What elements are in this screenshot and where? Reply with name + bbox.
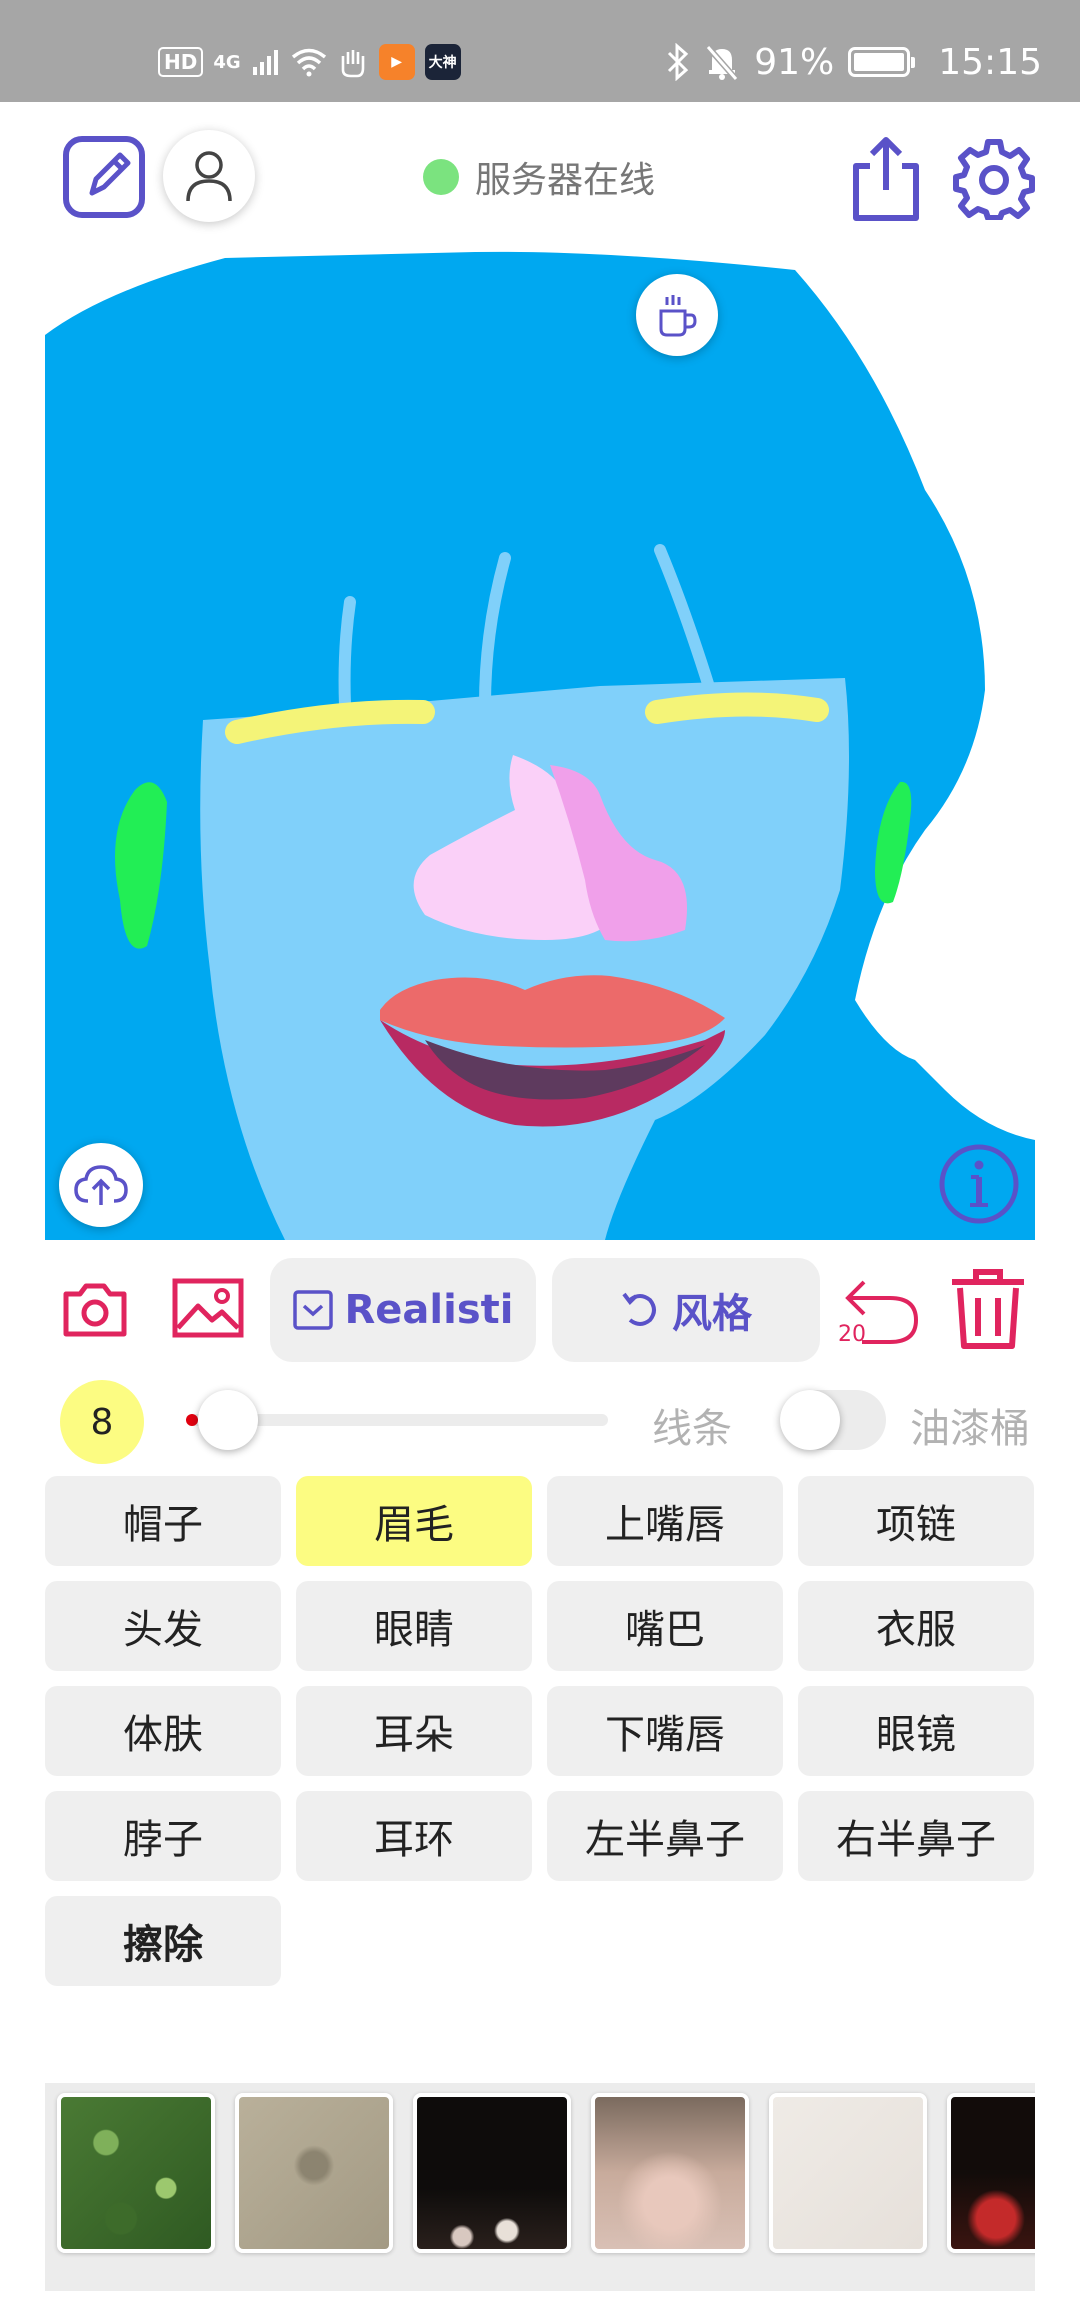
style-model-select[interactable]: Realisti xyxy=(270,1258,536,1362)
part-button[interactable]: 擦除 xyxy=(45,1896,281,1986)
coffee-button[interactable] xyxy=(636,274,718,356)
undo-count: 20 xyxy=(838,1322,866,1347)
user-button[interactable] xyxy=(163,130,255,222)
toggle-knob xyxy=(780,1390,840,1450)
share-icon xyxy=(853,137,919,221)
bucket-mode-toggle[interactable] xyxy=(780,1390,886,1450)
server-status: 服务器在线 xyxy=(423,152,655,202)
texture-cream[interactable] xyxy=(769,2093,927,2253)
camera-icon xyxy=(63,1283,127,1337)
part-button[interactable]: 项链 xyxy=(798,1476,1034,1566)
status-bar-left: HD 4G ▶ 大神 xyxy=(158,40,461,84)
part-button[interactable]: 右半鼻子 xyxy=(798,1791,1034,1881)
texture-strip[interactable] xyxy=(45,2083,1035,2291)
info-button[interactable] xyxy=(938,1143,1020,1225)
undo-button[interactable]: 20 xyxy=(838,1270,920,1350)
brush-size-indicator: 8 xyxy=(60,1380,144,1464)
clock: 15:15 xyxy=(938,41,1042,83)
style-model-label: Realisti xyxy=(344,1287,514,1333)
network-type: 4G xyxy=(213,51,241,73)
part-button[interactable]: 脖子 xyxy=(45,1791,281,1881)
image-icon xyxy=(172,1278,244,1338)
texture-dark-bokeh[interactable] xyxy=(413,2093,571,2253)
texture-stone[interactable] xyxy=(235,2093,393,2253)
part-button[interactable]: 耳朵 xyxy=(296,1686,532,1776)
notifications-muted-icon xyxy=(705,45,739,81)
hd-badge: HD xyxy=(158,47,204,77)
style-button-label: 风格 xyxy=(672,1291,752,1337)
edit-button[interactable] xyxy=(62,135,146,219)
status-bar-right: 91% 15:15 xyxy=(666,36,1042,88)
share-button[interactable] xyxy=(848,134,924,224)
texture-dark-red[interactable] xyxy=(947,2093,1035,2253)
battery-percent: 91% xyxy=(754,41,835,83)
part-button[interactable]: 耳环 xyxy=(296,1791,532,1881)
part-grid: 帽子 眉毛 上嘴唇 项链头发 眼睛 嘴巴 衣服体肤 耳朵 下嘴唇 眼镜脖子 耳环 左半鼻子 右半鼻子擦除 xyxy=(45,1476,1035,1986)
texture-grass[interactable] xyxy=(57,2093,215,2253)
gallery-button[interactable] xyxy=(172,1278,244,1338)
trash-icon xyxy=(952,1269,1024,1349)
brush-size-slider-thumb[interactable] xyxy=(198,1390,258,1450)
part-button[interactable]: 体肤 xyxy=(45,1686,281,1776)
server-status-dot xyxy=(423,159,459,195)
part-button[interactable]: 下嘴唇 xyxy=(547,1686,783,1776)
bucket-mode-label: 油漆桶 xyxy=(910,1406,1030,1452)
face-drawing[interactable] xyxy=(45,250,1035,1240)
part-button[interactable]: 帽子 xyxy=(45,1476,281,1566)
right-eyebrow xyxy=(645,692,829,724)
slider-min-marker xyxy=(186,1414,198,1426)
part-button[interactable]: 头发 xyxy=(45,1581,281,1671)
status-bar: HD 4G ▶ 大神 91% 15:15 xyxy=(0,0,1080,102)
part-button[interactable]: 眼睛 xyxy=(296,1581,532,1671)
texture-blurred-pink[interactable] xyxy=(591,2093,749,2253)
gear-icon xyxy=(953,139,1035,220)
upload-button[interactable] xyxy=(59,1143,143,1227)
style-button[interactable]: 风格 xyxy=(552,1258,820,1362)
checkbox-icon xyxy=(292,1290,333,1330)
hand-icon xyxy=(341,50,364,78)
delete-button[interactable] xyxy=(948,1266,1028,1350)
battery-icon xyxy=(848,47,916,77)
part-button[interactable]: 左半鼻子 xyxy=(547,1791,783,1881)
signal-icon xyxy=(252,50,278,75)
part-button[interactable]: 眉毛 xyxy=(296,1476,532,1566)
drawing-canvas[interactable] xyxy=(45,250,1035,1240)
part-button[interactable]: 上嘴唇 xyxy=(547,1476,783,1566)
coffee-icon xyxy=(659,295,697,337)
camera-button[interactable] xyxy=(62,1280,128,1338)
part-button[interactable]: 衣服 xyxy=(798,1581,1034,1671)
user-icon xyxy=(186,151,232,202)
info-icon xyxy=(939,1144,1019,1224)
bluetooth-icon xyxy=(668,43,689,81)
line-mode-label: 线条 xyxy=(652,1406,732,1452)
edit-icon xyxy=(63,136,145,218)
dashen-app-icon: 大神 xyxy=(424,44,461,80)
video-app-icon: ▶ xyxy=(378,44,415,80)
cloud-upload-icon xyxy=(74,1165,128,1205)
part-button[interactable]: 眼镜 xyxy=(798,1686,1034,1776)
wifi-icon xyxy=(291,48,326,77)
texture-row xyxy=(57,2093,1035,2253)
server-status-text: 服务器在线 xyxy=(475,160,656,201)
refresh-icon xyxy=(622,1292,656,1326)
part-button[interactable]: 嘴巴 xyxy=(547,1581,783,1671)
settings-button[interactable] xyxy=(952,136,1036,220)
